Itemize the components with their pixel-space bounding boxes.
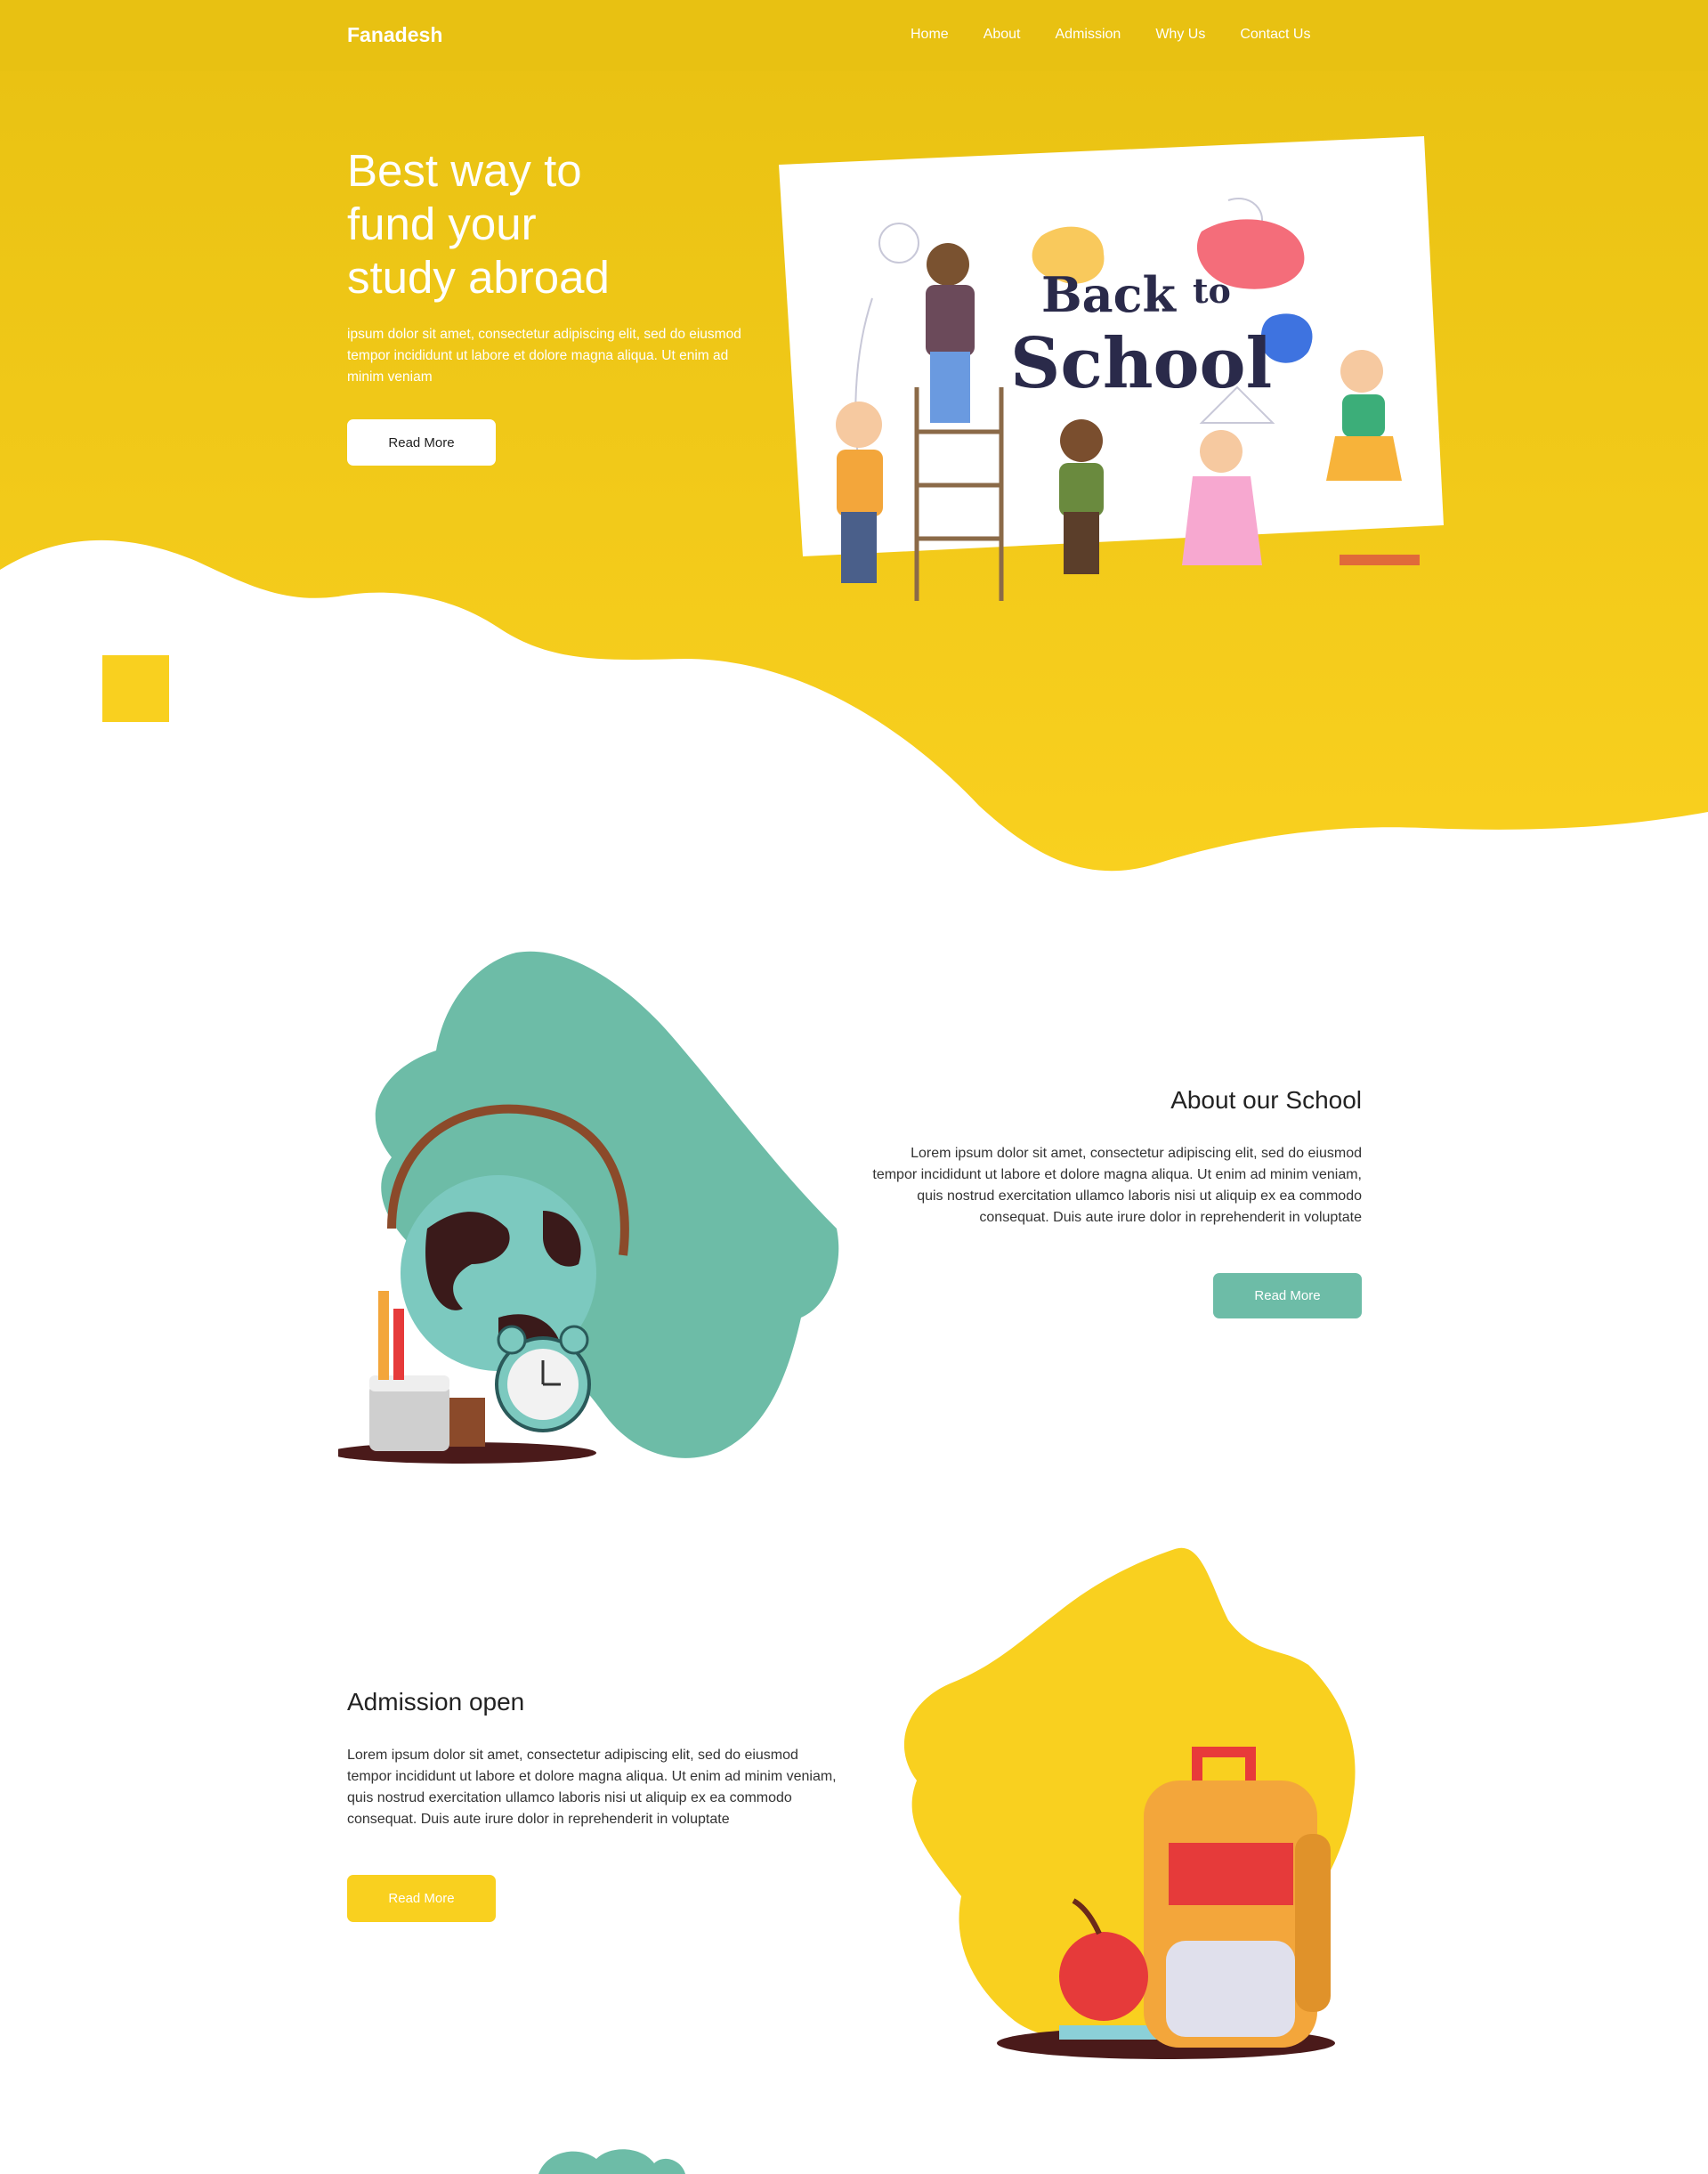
nav-contact-link[interactable]: Contact Us	[1240, 27, 1310, 43]
about-description: Lorem ipsum dolor sit amet, consectetur …	[872, 1146, 1362, 1225]
illustration-back-text: Back	[1041, 266, 1178, 323]
back-to-school-illustration: Back to School	[779, 136, 1444, 601]
about-title: About our School	[1170, 1086, 1362, 1114]
backpack-apple-illustration	[903, 1547, 1356, 2059]
hero-title-line-2: fund your	[347, 199, 537, 249]
decorative-teal-blob	[538, 2149, 685, 2174]
about-read-more-button[interactable]: Read More	[1213, 1273, 1362, 1318]
hero-title-line-3: study abroad	[347, 252, 610, 303]
hero-title-line-1: Best way to	[347, 145, 582, 196]
nav-home-link[interactable]: Home	[911, 27, 949, 43]
globe-clock-illustration	[338, 951, 839, 1464]
admission-title: Admission open	[347, 1688, 525, 1716]
navbar: Fanadesh Home About Admission Why Us Con…	[0, 0, 1708, 71]
illustration-school-text: School	[1010, 323, 1272, 404]
brand-logo[interactable]: Fanadesh	[347, 23, 442, 47]
nav-about-link[interactable]: About	[984, 27, 1021, 43]
nav-menu: Home About Admission Why Us Contact Us	[911, 27, 1310, 43]
nav-admission-link[interactable]: Admission	[1056, 27, 1121, 43]
admission-read-more-button[interactable]: Read More	[347, 1875, 496, 1922]
hero-title: Best way to fund your study abroad	[347, 144, 721, 304]
hero-description: ipsum dolor sit amet, consectetur adipis…	[347, 327, 741, 385]
decorative-yellow-square	[102, 655, 169, 722]
illustration-to-text: to	[1193, 271, 1231, 311]
nav-why-us-link[interactable]: Why Us	[1155, 27, 1205, 43]
hero-read-more-button[interactable]: Read More	[347, 419, 496, 466]
admission-description: Lorem ipsum dolor sit amet, consectetur …	[347, 1748, 837, 1827]
